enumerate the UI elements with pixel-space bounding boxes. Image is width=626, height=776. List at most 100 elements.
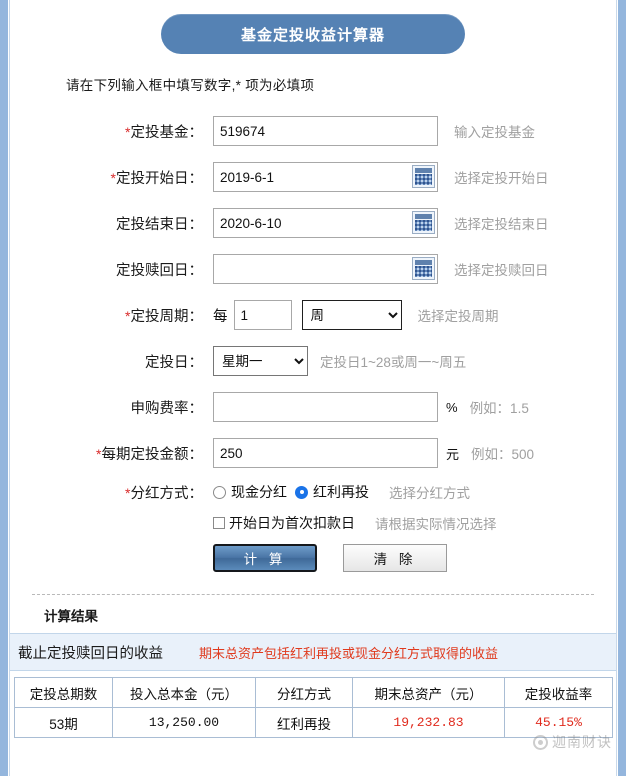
field-buttons: 计 算 清 除: [213, 544, 447, 572]
label-fee-rate: 申购费率：: [10, 397, 213, 418]
start-date-input[interactable]: [213, 162, 438, 192]
table-cell-dividend-mode: 红利再投: [255, 707, 353, 738]
amount-unit: 元: [446, 446, 460, 462]
radio-reinvest-dividend-label: 红利再投: [313, 484, 369, 500]
results-table: 定投总期数 投入总本金（元） 分红方式 期末总资产（元） 定投收益率 53期 1…: [14, 677, 613, 738]
label-amount-text: 每期定投金额：: [101, 446, 204, 463]
hint-amount: 例如：500: [471, 447, 535, 462]
hint-dividend: 选择分红方式: [389, 486, 470, 501]
checkbox-icon[interactable]: [213, 517, 225, 529]
row-invest-day: 定投日： 星期一 定投日1~28或周一~周五: [10, 338, 616, 384]
clear-button[interactable]: 清 除: [343, 544, 447, 572]
radio-cash-dividend-label: 现金分红: [231, 484, 287, 500]
intro-text: 请在下列输入框中填写数字,* 项为必填项: [66, 78, 315, 93]
label-redeem-date-text: 定投赎回日：: [116, 262, 203, 279]
page-content: 基金定投收益计算器 请在下列输入框中填写数字,* 项为必填项 *定投基金： 输入…: [10, 0, 616, 776]
hint-first-deduction: 请根据实际情况选择: [375, 517, 497, 532]
page-title: 基金定投收益计算器: [161, 14, 465, 54]
row-dividend: *分红方式： 现金分红 红利再投 选择分红方式: [10, 476, 616, 508]
results-band-left-text: 截止定投赎回日的收益: [18, 645, 163, 662]
page-right-edge-line: [616, 0, 617, 776]
table-header-cell: 期末总资产（元）: [352, 677, 505, 708]
row-fund: *定投基金： 输入定投基金: [10, 108, 616, 154]
hint-fund: 输入定投基金: [454, 125, 535, 140]
results-band-note: 期末总资产包括红利再投或现金分红方式取得的收益: [199, 645, 499, 661]
field-redeem-date: 选择定投赎回日: [213, 254, 549, 284]
table-header-cell: 定投收益率: [504, 677, 613, 708]
calendar-icon[interactable]: [412, 211, 435, 234]
radio-cash-dividend[interactable]: 现金分红: [213, 482, 287, 502]
table-row: 53期 13,250.00 红利再投 19,232.83 45.15%: [14, 707, 613, 738]
row-first-deduction: 开始日为首次扣款日 请根据实际情况选择: [10, 508, 616, 538]
radio-reinvest-dividend[interactable]: 红利再投: [295, 482, 369, 502]
redeem-date-input[interactable]: [213, 254, 438, 284]
radio-icon[interactable]: [213, 485, 226, 499]
table-cell-periods: 53期: [14, 707, 113, 738]
calendar-icon[interactable]: [412, 257, 435, 280]
field-end-date: 选择定投结束日: [213, 208, 549, 238]
table-cell-final-assets: 19,232.83: [352, 707, 505, 738]
table-header-cell: 投入总本金（元）: [112, 677, 256, 708]
label-amount: *每期定投金额：: [10, 443, 213, 464]
invest-day-select[interactable]: 星期一: [213, 346, 308, 376]
label-end-date-text: 定投结束日：: [116, 216, 203, 233]
amount-input[interactable]: [213, 438, 438, 468]
table-cell-return-rate: 45.15%: [504, 707, 613, 738]
label-period-text: 定投周期：: [130, 308, 204, 325]
fund-input[interactable]: [213, 116, 438, 146]
results-section-title: 计算结果: [44, 609, 98, 624]
row-redeem-date: 定投赎回日： 选择定投赎回日: [10, 246, 616, 292]
calculate-button[interactable]: 计 算: [213, 544, 317, 572]
table-header-cell: 分红方式: [255, 677, 353, 708]
hint-invest-day: 定投日1~28或周一~周五: [320, 355, 467, 370]
results-divider: [32, 594, 594, 595]
page-right-edge-strip: [618, 0, 626, 776]
field-period: 每 周 选择定投周期: [213, 300, 499, 330]
row-fee-rate: 申购费率： % 例如：1.5: [10, 384, 616, 430]
title-bar: 基金定投收益计算器: [10, 14, 616, 54]
fee-rate-unit: %: [446, 399, 458, 415]
label-invest-day: 定投日：: [10, 351, 213, 372]
calculator-form: *定投基金： 输入定投基金 *定投开始日： 选择定投开始日: [10, 108, 616, 584]
redeem-date-box: [213, 254, 438, 284]
fee-rate-input[interactable]: [213, 392, 438, 422]
field-fee-rate: % 例如：1.5: [213, 392, 529, 422]
hint-end-date: 选择定投结束日: [454, 217, 549, 232]
label-redeem-date: 定投赎回日：: [10, 259, 213, 280]
calendar-icon[interactable]: [412, 165, 435, 188]
results-summary-band: 截止定投赎回日的收益 期末总资产包括红利再投或现金分红方式取得的收益: [10, 633, 616, 671]
field-dividend: 现金分红 红利再投 选择分红方式: [213, 482, 470, 502]
page-root: 基金定投收益计算器 请在下列输入框中填写数字,* 项为必填项 *定投基金： 输入…: [0, 0, 626, 776]
label-fee-rate-text: 申购费率：: [130, 400, 204, 417]
period-unit-select[interactable]: 周: [301, 300, 402, 330]
end-date-input[interactable]: [213, 208, 438, 238]
end-date-box: [213, 208, 438, 238]
row-end-date: 定投结束日： 选择定投结束日: [10, 200, 616, 246]
label-start-date: *定投开始日：: [10, 167, 213, 188]
radio-icon-selected[interactable]: [295, 485, 308, 499]
row-period: *定投周期： 每 周 选择定投周期: [10, 292, 616, 338]
label-dividend-text: 分红方式：: [130, 485, 204, 502]
table-header-row: 定投总期数 投入总本金（元） 分红方式 期末总资产（元） 定投收益率: [14, 677, 613, 708]
hint-redeem-date: 选择定投赎回日: [454, 263, 549, 278]
period-prefix-label: 每: [213, 308, 228, 325]
table-header-cell: 定投总期数: [14, 677, 113, 708]
label-end-date: 定投结束日：: [10, 213, 213, 234]
checkbox-first-deduction[interactable]: 开始日为首次扣款日: [213, 513, 355, 533]
label-period: *定投周期：: [10, 305, 213, 326]
period-count-input[interactable]: [233, 300, 292, 330]
hint-period: 选择定投周期: [417, 309, 499, 324]
row-amount: *每期定投金额： 元 例如：500: [10, 430, 616, 476]
field-first-deduction: 开始日为首次扣款日 请根据实际情况选择: [213, 513, 497, 533]
field-fund: 输入定投基金: [213, 116, 535, 146]
field-amount: 元 例如：500: [213, 438, 534, 468]
label-invest-day-text: 定投日：: [145, 354, 203, 371]
field-start-date: 选择定投开始日: [213, 162, 549, 192]
checkbox-first-deduction-label: 开始日为首次扣款日: [229, 515, 355, 531]
label-fund: *定投基金：: [10, 121, 213, 142]
start-date-box: [213, 162, 438, 192]
table-cell-principal: 13,250.00: [112, 707, 256, 738]
hint-start-date: 选择定投开始日: [454, 171, 549, 186]
page-left-edge-strip: [0, 0, 8, 776]
hint-fee-rate: 例如：1.5: [469, 401, 529, 416]
